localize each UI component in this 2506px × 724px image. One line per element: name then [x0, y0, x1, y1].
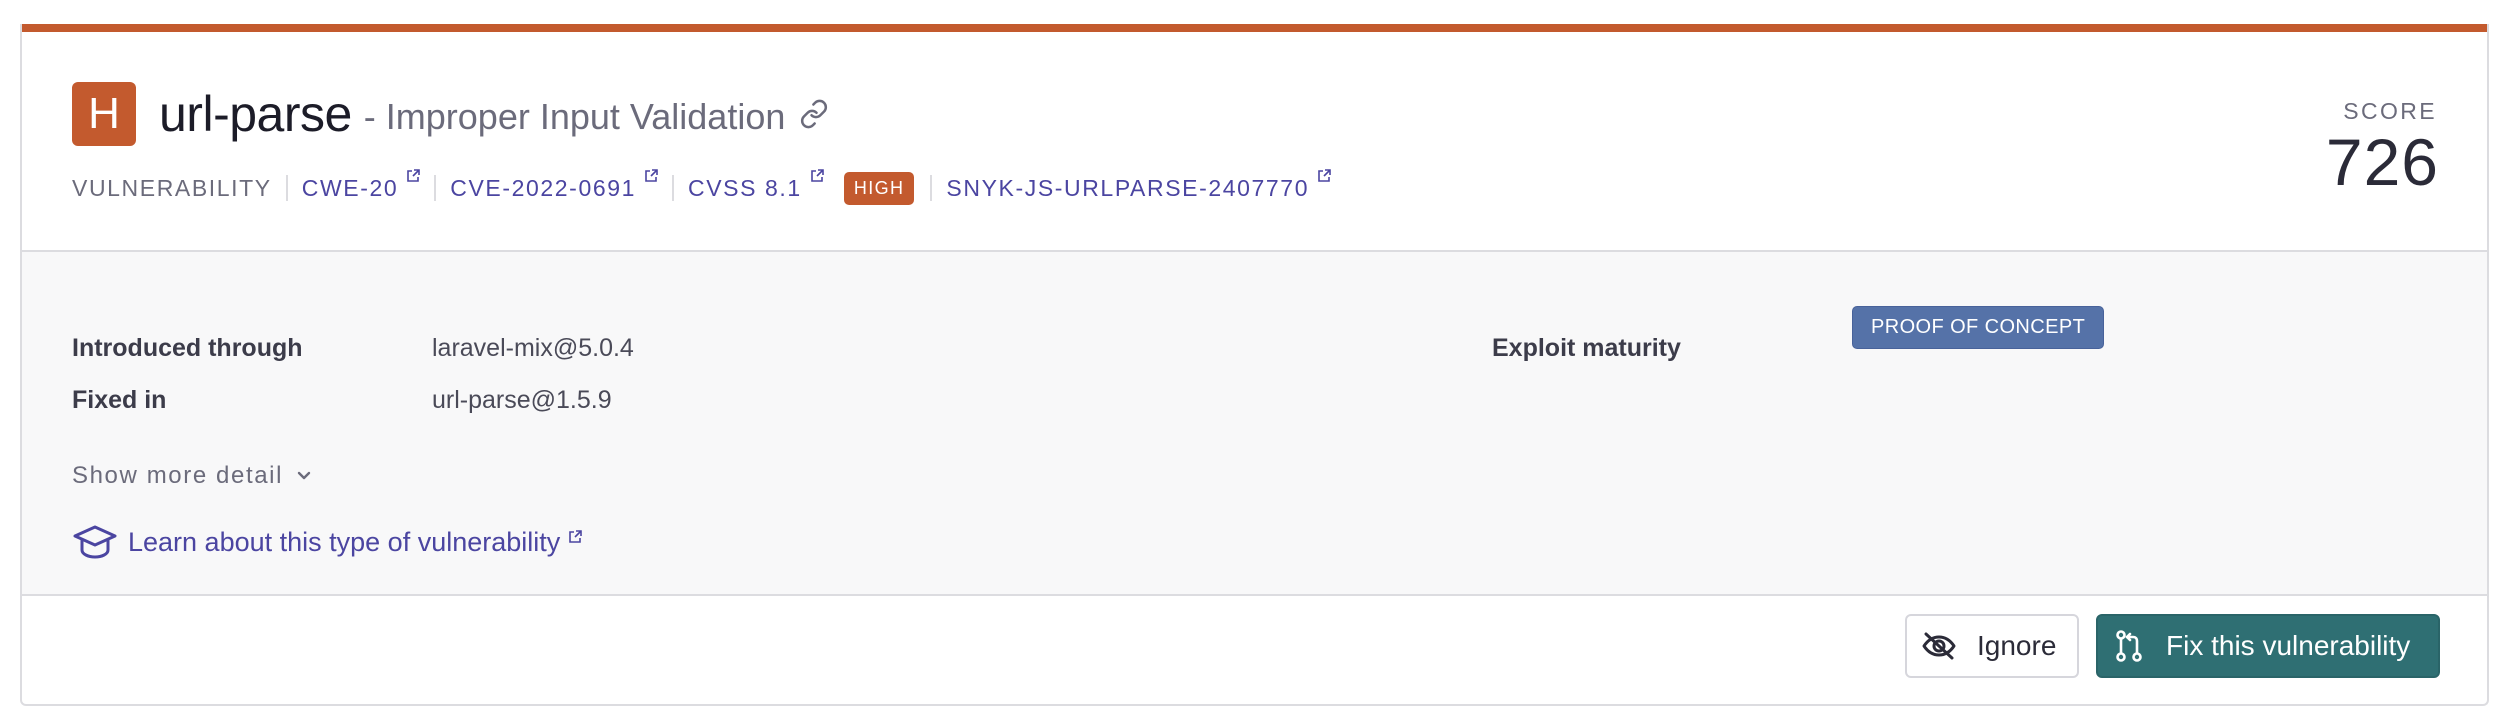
divider	[930, 175, 933, 201]
cve-link[interactable]: CVE-2022-0691	[450, 168, 658, 202]
ignore-label: Ignore	[1977, 630, 2057, 661]
introduced-through-label: Introduced through	[72, 334, 303, 362]
ignore-button[interactable]: Ignore	[1905, 614, 2079, 678]
snyk-id-link[interactable]: SNYK-JS-URLPARSE-2407770	[946, 168, 1331, 202]
external-link-icon	[568, 530, 583, 544]
card-header: H url-parse - Improper Input Validation …	[22, 32, 2487, 250]
link-icon[interactable]	[799, 99, 829, 129]
vulnerability-card: H url-parse - Improper Input Validation …	[20, 24, 2489, 706]
fix-vulnerability-button[interactable]: Fix this vulnerability	[2096, 614, 2440, 678]
learn-vulnerability-link[interactable]: Learn about this type of vulnerability	[72, 522, 583, 562]
divider	[434, 175, 437, 201]
vulnerability-title: - Improper Input Validation	[363, 96, 786, 137]
learn-label: Learn about this type of vulnerability	[128, 526, 561, 557]
fixed-in-value: url-parse@1.5.9	[432, 386, 612, 414]
show-more-label: Show more detail	[72, 462, 284, 489]
external-link-icon	[810, 168, 824, 183]
severity-badge: H	[72, 82, 136, 146]
divider	[672, 175, 675, 201]
eye-off-icon	[1921, 631, 1957, 661]
exploit-maturity-badge: PROOF OF CONCEPT	[1852, 306, 2105, 349]
score-label: SCORE	[2343, 98, 2437, 124]
external-link-icon	[1317, 168, 1331, 183]
external-link-icon	[406, 168, 421, 183]
external-link-icon	[644, 168, 658, 183]
introduced-through-value: laravel-mix@5.0.4	[432, 334, 634, 362]
cve-label: CVE-2022-0691	[450, 174, 637, 201]
metadata-row: VULNERABILITY CWE-20 CVE-2022-0691 CVSS …	[72, 166, 1331, 210]
title-row: url-parse - Improper Input Validation	[159, 82, 829, 146]
cvss-label: CVSS 8.1	[688, 174, 802, 201]
fixed-in-label: Fixed in	[72, 386, 167, 414]
snyk-id-label: SNYK-JS-URLPARSE-2407770	[946, 174, 1310, 201]
issue-type: VULNERABILITY	[72, 174, 272, 201]
cvss-link[interactable]: CVSS 8.1	[688, 168, 824, 202]
exploit-maturity-label: Exploit maturity	[1492, 334, 1681, 362]
chevron-down-icon	[295, 470, 313, 482]
graduation-cap-icon	[72, 522, 118, 562]
severity-tag: HIGH	[843, 171, 915, 205]
show-more-detail-toggle[interactable]: Show more detail	[72, 462, 313, 490]
severity-bar	[22, 24, 2487, 32]
divider	[285, 175, 288, 201]
details-panel: Introduced through laravel-mix@5.0.4 Fix…	[22, 250, 2487, 596]
fix-label: Fix this vulnerability	[2166, 630, 2411, 661]
package-name: url-parse	[159, 86, 352, 142]
score-value: 726	[2325, 125, 2439, 199]
cwe-link[interactable]: CWE-20	[301, 168, 421, 202]
pull-request-icon	[2114, 629, 2144, 663]
cwe-label: CWE-20	[301, 174, 399, 201]
